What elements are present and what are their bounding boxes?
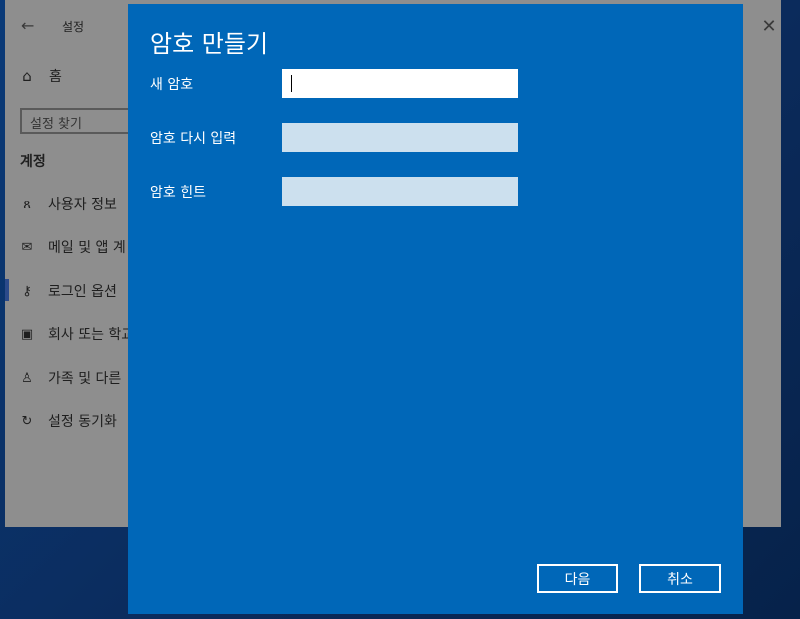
sidebar-item-user-info[interactable]: ጸ 사용자 정보: [19, 194, 117, 214]
sidebar-item-label: 메일 및 앱 계: [48, 240, 126, 256]
sidebar-item-label: 가족 및 다른: [48, 371, 122, 387]
add-user-icon: ♙: [21, 370, 33, 386]
create-password-dialog: 암호 만들기 새 암호 암호 다시 입력 암호 힌트 다음 취소: [128, 4, 743, 614]
user-info-icon: ጸ: [23, 196, 31, 212]
sidebar-item-family[interactable]: ♙ 가족 및 다른: [19, 368, 121, 388]
sidebar-item-label: 설정 동기화: [48, 414, 117, 430]
search-placeholder: 설정 찾기: [30, 117, 82, 132]
key-icon: ⚷: [22, 283, 32, 299]
sidebar-item-label: 사용자 정보: [48, 197, 117, 213]
app-title: 설정: [62, 20, 85, 34]
new-password-field[interactable]: [282, 69, 518, 98]
sidebar-item-label: 회사 또는 학교: [48, 327, 135, 343]
sidebar-item-email-accounts[interactable]: ✉ 메일 및 앱 계: [19, 237, 126, 257]
dialog-title: 암호 만들기: [150, 30, 269, 58]
mail-icon: ✉: [21, 239, 33, 255]
new-password-label: 새 암호: [150, 77, 194, 93]
password-hint-field[interactable]: [282, 177, 518, 206]
briefcase-icon: ▣: [20, 326, 34, 342]
text-caret: [291, 75, 292, 92]
cancel-button[interactable]: 취소: [639, 564, 721, 593]
next-button[interactable]: 다음: [537, 564, 618, 593]
home-label: 홈: [49, 69, 62, 85]
selection-indicator: [5, 279, 9, 301]
sidebar-item-work-school[interactable]: ▣ 회사 또는 학교: [19, 324, 134, 344]
section-title: 계정: [20, 154, 46, 170]
reenter-password-label: 암호 다시 입력: [150, 131, 237, 147]
reenter-password-field[interactable]: [282, 123, 518, 152]
password-hint-label: 암호 힌트: [150, 185, 206, 201]
sidebar-item-label: 로그인 옵션: [48, 284, 117, 300]
sync-icon: ↻: [21, 413, 33, 429]
sidebar-item-sync[interactable]: ↻ 설정 동기화: [19, 411, 117, 431]
sidebar-item-sign-in-options[interactable]: ⚷ 로그인 옵션: [19, 281, 117, 301]
close-icon[interactable]: ✕: [759, 16, 779, 37]
home-icon: ⌂: [22, 67, 32, 85]
back-arrow-icon[interactable]: ←: [21, 16, 34, 35]
home-nav[interactable]: ⌂ 홈: [19, 66, 62, 86]
